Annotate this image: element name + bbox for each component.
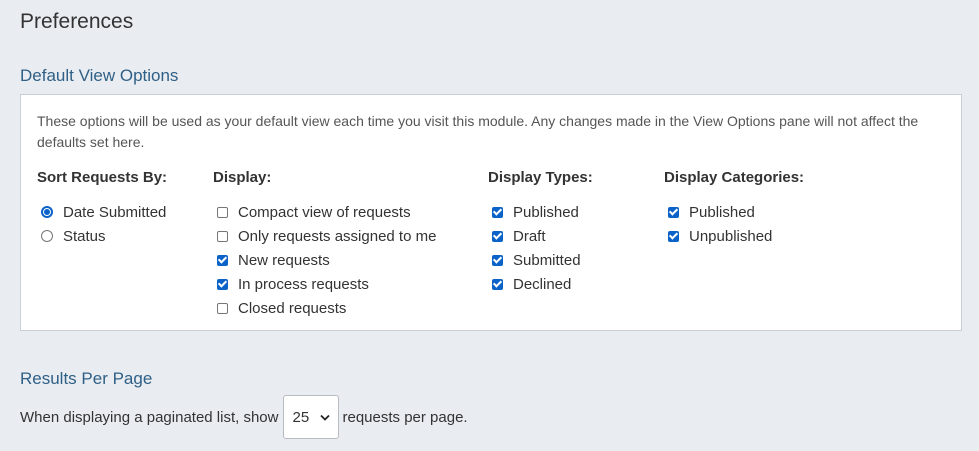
rpp-suffix: requests per page. [342,408,468,426]
panel-description: These options will be used as your defau… [37,113,919,150]
option-label: Compact view of requests [238,203,411,221]
select-value: 25 [292,408,310,426]
option-label: Published [689,203,755,221]
display-heading: Display: [213,169,272,186]
type-option-submitted[interactable]: Submitted [488,248,593,272]
results-per-page-line: When displaying a paginated list, show 2… [20,395,468,439]
option-label: Only requests assigned to me [238,227,437,245]
sort-heading: Sort Requests By: [37,169,168,186]
results-per-page-heading: Results Per Page [20,369,153,388]
checkbox-assigned[interactable] [217,230,228,242]
display-option-compact[interactable]: Compact view of requests [213,200,436,224]
page-title: Preferences [20,10,134,33]
radio-status[interactable] [41,230,53,242]
sort-column: Sort Requests By: Date Submitted Status [37,168,167,248]
option-label: Declined [513,275,572,293]
sort-option-status[interactable]: Status [37,224,167,248]
category-option-unpublished[interactable]: Unpublished [664,224,804,248]
display-option-new[interactable]: New requests [213,248,436,272]
checkbox-compact[interactable] [217,206,228,218]
category-option-published[interactable]: Published [664,200,804,224]
display-types-column: Display Types: Published Draft Submitted… [488,168,593,296]
option-label: New requests [238,251,330,269]
option-label: Published [513,203,579,221]
option-label: Date Submitted [63,203,167,221]
default-view-heading: Default View Options [20,66,179,85]
radio-date-submitted[interactable] [41,206,53,218]
checkbox-category-published[interactable] [668,206,679,218]
option-label: Status [63,227,106,245]
option-label: Draft [513,227,546,245]
type-option-draft[interactable]: Draft [488,224,593,248]
checkbox-type-draft[interactable] [492,230,503,242]
option-label: In process requests [238,275,369,293]
chevron-down-icon [319,414,330,421]
checkbox-closed[interactable] [217,302,228,314]
display-types-heading: Display Types: [488,169,593,186]
display-option-assigned[interactable]: Only requests assigned to me [213,224,436,248]
display-column: Display: Compact view of requests Only r… [213,168,436,320]
display-categories-heading: Display Categories: [664,169,805,186]
display-option-in-process[interactable]: In process requests [213,272,436,296]
checkbox-type-submitted[interactable] [492,254,503,266]
sort-option-date-submitted[interactable]: Date Submitted [37,200,167,224]
checkbox-new[interactable] [217,254,228,266]
checkbox-type-declined[interactable] [492,278,503,290]
rpp-prefix: When displaying a paginated list, show [20,408,279,426]
checkbox-category-unpublished[interactable] [668,230,679,242]
type-option-declined[interactable]: Declined [488,272,593,296]
display-categories-column: Display Categories: Published Unpublishe… [664,168,804,248]
checkbox-type-published[interactable] [492,206,503,218]
option-label: Closed requests [238,299,347,317]
results-per-page-select[interactable]: 25 [282,395,339,439]
checkbox-in-process[interactable] [217,278,228,290]
option-label: Submitted [513,251,581,269]
option-label: Unpublished [689,227,773,245]
default-view-panel: These options will be used as your defau… [20,94,962,331]
type-option-published[interactable]: Published [488,200,593,224]
display-option-closed[interactable]: Closed requests [213,296,436,320]
